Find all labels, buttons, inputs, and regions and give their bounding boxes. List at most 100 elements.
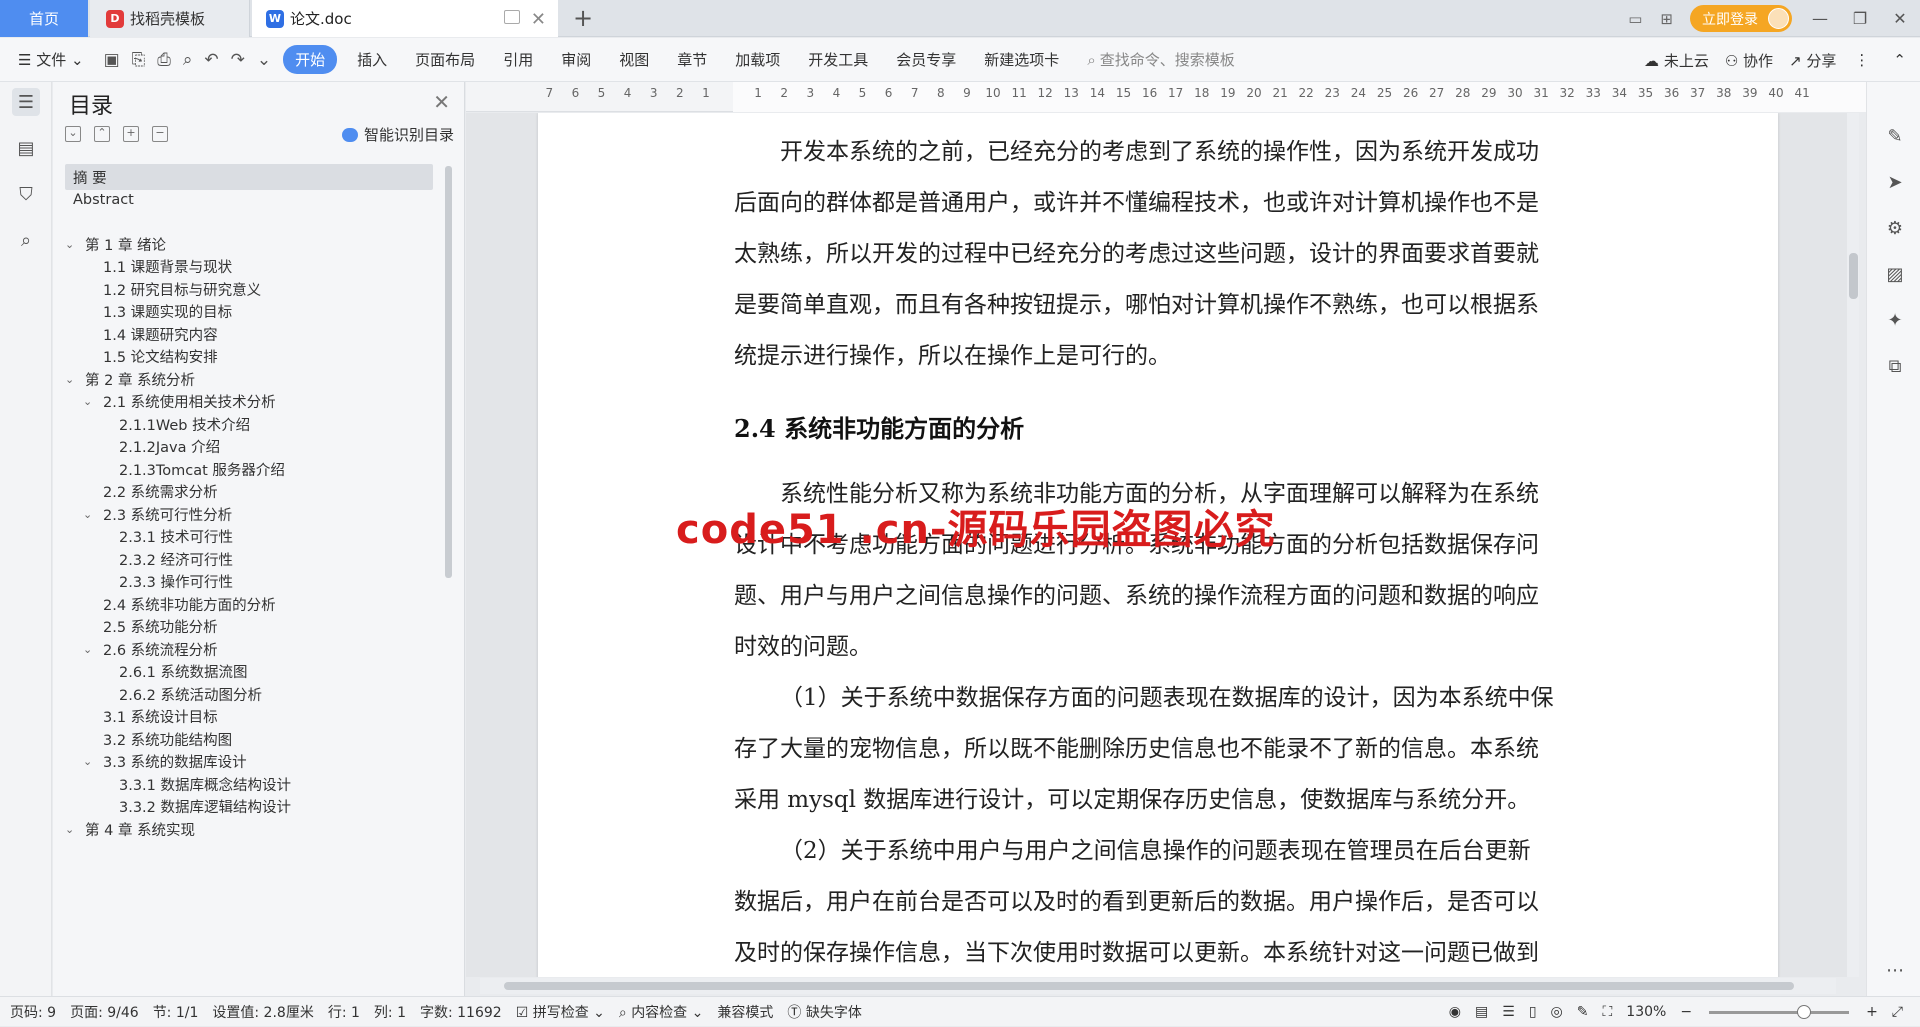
write-view-icon[interactable]: ✎ (1577, 1004, 1589, 1020)
toc-item-label: 2.6.2 系统活动图分析 (119, 687, 263, 704)
spell-check-button[interactable]: ☑ 拼写检查 ⌄ (516, 1002, 605, 1022)
redo-icon[interactable]: ↷ (231, 50, 245, 70)
expand-down-icon[interactable]: ⌄ (65, 126, 81, 142)
status-row[interactable]: 行: 1 (328, 1002, 360, 1022)
smart-toc-button[interactable]: 智能识别目录 (341, 124, 454, 145)
web-view-icon[interactable]: ◎ (1551, 1004, 1563, 1020)
chevron-down-icon[interactable]: ⌄ (65, 373, 79, 386)
tab-member[interactable]: 会员专享 (896, 49, 956, 70)
share-button[interactable]: ↗ 分享 (1789, 50, 1836, 71)
bookmark-icon[interactable]: ⛉ (12, 180, 40, 208)
status-col[interactable]: 列: 1 (374, 1002, 406, 1022)
tab-new[interactable]: 新建选项卡 (984, 49, 1059, 70)
close-icon[interactable]: ✕ (433, 90, 450, 114)
outline-icon[interactable]: ☰ (12, 88, 40, 116)
status-pages[interactable]: 页面: 9/46 (70, 1002, 139, 1022)
more-icon[interactable]: ⋯ (1883, 958, 1907, 982)
apps-grid-icon[interactable]: ⊞ (1660, 10, 1673, 28)
status-page[interactable]: 页码: 9 (10, 1002, 56, 1022)
fullscreen-icon[interactable]: ⤢ (1892, 1004, 1903, 1020)
fit-page-icon[interactable]: ⛶ (1602, 1004, 1612, 1020)
pen-icon[interactable]: ✎ (1883, 124, 1907, 148)
tab-document[interactable]: W 论文.doc ✕ (252, 0, 558, 37)
tab-review[interactable]: 审阅 (561, 49, 591, 70)
add-item-icon[interactable]: + (123, 126, 139, 142)
tab-references[interactable]: 引用 (503, 49, 533, 70)
tab-developer[interactable]: 开发工具 (808, 49, 868, 70)
close-window-icon[interactable]: ✕ (1880, 9, 1920, 28)
vertical-scrollbar[interactable] (1847, 113, 1859, 977)
tab-addins[interactable]: 加载项 (735, 49, 780, 70)
horizontal-scroll-thumb[interactable] (504, 982, 1794, 990)
outline-view-icon[interactable]: ☰ (1502, 1004, 1515, 1020)
settings-sliders-icon[interactable]: ⚙ (1883, 216, 1907, 240)
chevron-down-icon[interactable]: ⌄ (65, 238, 79, 251)
login-button[interactable]: 立即登录 (1690, 5, 1792, 32)
print-preview-icon[interactable]: ⌕ (183, 50, 193, 70)
ruler-tick-label: 40 (1768, 86, 1784, 100)
save-icon[interactable]: ▣ (104, 50, 120, 70)
horizontal-ruler[interactable]: 7 6 5 4 3 2 1 1 2 3 4 5 6 7 8 9 10 11 12 13 14 15 16 17 18 19 20 21… (466, 82, 1866, 112)
status-words[interactable]: 字数: 11692 (420, 1002, 502, 1022)
reader-icon[interactable]: ⧉ (1883, 354, 1907, 378)
toc-item[interactable]: ⌄ 第 4 章 系统实现 (65, 816, 195, 842)
status-setting[interactable]: 设置值: 2.8厘米 (212, 1002, 313, 1022)
command-search[interactable]: ⌕ 查找命令、搜索模板 (1087, 49, 1234, 70)
collapse-up-icon[interactable]: ⌃ (94, 126, 110, 142)
zoom-in-icon[interactable]: + (1866, 1004, 1878, 1020)
eye-protect-icon[interactable]: ◉ (1449, 1004, 1461, 1020)
toc-item-label: 2.1 系统使用相关技术分析 (103, 395, 276, 411)
chevron-down-icon[interactable]: ⌄ (83, 643, 97, 656)
tab-page-layout[interactable]: 页面布局 (415, 49, 475, 70)
collab-button[interactable]: ⚇ 协作 (1725, 50, 1773, 71)
new-tab-button[interactable]: + (573, 4, 593, 32)
print-icon[interactable]: ⎙ (157, 50, 171, 70)
find-icon[interactable]: ⌕ (12, 226, 40, 254)
toc-item[interactable]: Abstract (65, 187, 134, 213)
zoom-slider[interactable] (1709, 1004, 1850, 1019)
export-pdf-icon[interactable]: ⎘ (132, 50, 146, 70)
zoom-out-icon[interactable]: − (1680, 1004, 1692, 1020)
tab-start[interactable]: 开始 (283, 45, 338, 74)
ruler-tick-label: 6 (884, 86, 893, 100)
title-tab-bar: 首页 D 找稻壳模板 W 论文.doc ✕ + ▭ ⊞ 立即登录 — ❐ ✕ (0, 0, 1920, 37)
content-check-button[interactable]: ⌕ 内容检查 ⌄ (619, 1002, 703, 1022)
undo-icon[interactable]: ↶ (204, 50, 218, 70)
close-tab-icon[interactable]: ✕ (531, 9, 546, 30)
ruler-tick-label: 23 (1324, 86, 1340, 100)
more-chevron-icon[interactable]: ⌄ (257, 50, 271, 70)
chevron-down-icon[interactable]: ⌄ (65, 823, 79, 836)
zoom-slider-knob[interactable] (1797, 1004, 1812, 1019)
tab-view[interactable]: 视图 (619, 49, 649, 70)
tab-home[interactable]: 首页 (0, 0, 88, 37)
toc-scrollbar[interactable] (445, 166, 452, 578)
section-heading: 2.4 系统非功能方面的分析 (734, 414, 1025, 443)
file-menu[interactable]: ☰ 文件 ⌄ (18, 49, 84, 70)
restore-icon[interactable]: ❐ (1840, 9, 1880, 28)
minimize-icon[interactable]: — (1800, 9, 1840, 28)
window-layout-icon[interactable]: ▭ (1628, 10, 1642, 28)
compat-mode[interactable]: 兼容模式 (717, 1002, 773, 1022)
remove-item-icon[interactable]: − (152, 126, 168, 142)
collapse-ribbon-icon[interactable]: ⌃ (1893, 51, 1906, 69)
page-view-icon[interactable]: ▤ (1475, 1004, 1488, 1020)
chevron-down-icon[interactable]: ⌄ (83, 508, 97, 521)
horizontal-scrollbar[interactable] (480, 978, 1836, 994)
status-section[interactable]: 节: 1/1 (153, 1002, 199, 1022)
chevron-down-icon[interactable]: ⌄ (83, 755, 97, 768)
folder-icon[interactable]: ▤ (12, 134, 40, 162)
missing-font-button[interactable]: Ⓣ 缺失字体 (787, 1002, 861, 1022)
image-icon[interactable]: ▨ (1883, 262, 1907, 286)
more-options-icon[interactable]: ⋮ (1854, 51, 1869, 69)
tab-insert[interactable]: 插入 (357, 49, 387, 70)
tab-chapter[interactable]: 章节 (677, 49, 707, 70)
ai-icon[interactable]: ✦ (1883, 308, 1907, 332)
read-view-icon[interactable]: ▯ (1529, 1004, 1537, 1020)
pin-window-icon[interactable] (504, 10, 520, 24)
zoom-level[interactable]: 130% (1626, 1004, 1666, 1020)
chevron-down-icon[interactable]: ⌄ (83, 395, 97, 408)
cloud-button[interactable]: ☁ 未上云 (1644, 50, 1709, 71)
vertical-scroll-thumb[interactable] (1849, 253, 1858, 299)
tab-template[interactable]: D 找稻壳模板 (90, 0, 250, 37)
pointer-icon[interactable]: ➤ (1883, 170, 1907, 194)
